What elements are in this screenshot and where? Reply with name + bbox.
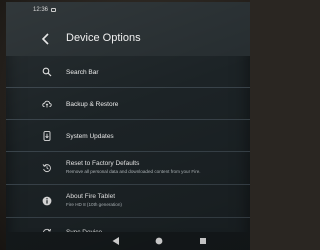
notification-icon xyxy=(51,8,56,12)
list-item-about-fire-tablet[interactable]: About Fire Tablet Fire HD 8 (10th genera… xyxy=(6,185,250,218)
back-icon xyxy=(112,237,119,245)
list-item-subtitle: Remove all personal data and downloaded … xyxy=(66,169,201,174)
reset-icon xyxy=(42,163,52,173)
recents-icon xyxy=(200,238,206,244)
back-button[interactable] xyxy=(38,31,54,47)
list-item-backup-restore[interactable]: Backup & Restore xyxy=(6,88,250,120)
list-item-label: Search Bar xyxy=(66,69,99,76)
system-nav-bar xyxy=(6,232,250,250)
list-item-subtitle: Fire HD 8 (10th generation) xyxy=(66,202,122,207)
list-item-search-bar[interactable]: Search Bar xyxy=(6,56,250,88)
search-icon xyxy=(42,67,52,77)
chevron-left-icon xyxy=(41,33,49,45)
page-title: Device Options xyxy=(66,32,141,44)
list-item-label: Backup & Restore xyxy=(66,101,119,108)
home-icon xyxy=(155,237,163,245)
status-time: 12:36 xyxy=(33,7,49,13)
status-bar: 12:36 xyxy=(6,2,250,22)
nav-recents-button[interactable] xyxy=(198,236,208,246)
list-item-factory-reset[interactable]: Reset to Factory Defaults Remove all per… xyxy=(6,152,250,185)
tablet-screen: 12:36 Device Options Search Bar Backup &… xyxy=(6,2,250,250)
app-header: Device Options xyxy=(6,22,250,56)
info-icon xyxy=(42,196,52,206)
cloud-sync-icon xyxy=(42,99,52,109)
list-item-label: System Updates xyxy=(66,133,114,140)
list-item-system-updates[interactable]: System Updates xyxy=(6,120,250,152)
list-item-label: About Fire Tablet xyxy=(66,193,116,200)
system-update-icon xyxy=(42,131,52,141)
nav-back-button[interactable] xyxy=(111,236,121,246)
list-item-label: Reset to Factory Defaults xyxy=(66,160,140,167)
nav-home-button[interactable] xyxy=(154,236,164,246)
